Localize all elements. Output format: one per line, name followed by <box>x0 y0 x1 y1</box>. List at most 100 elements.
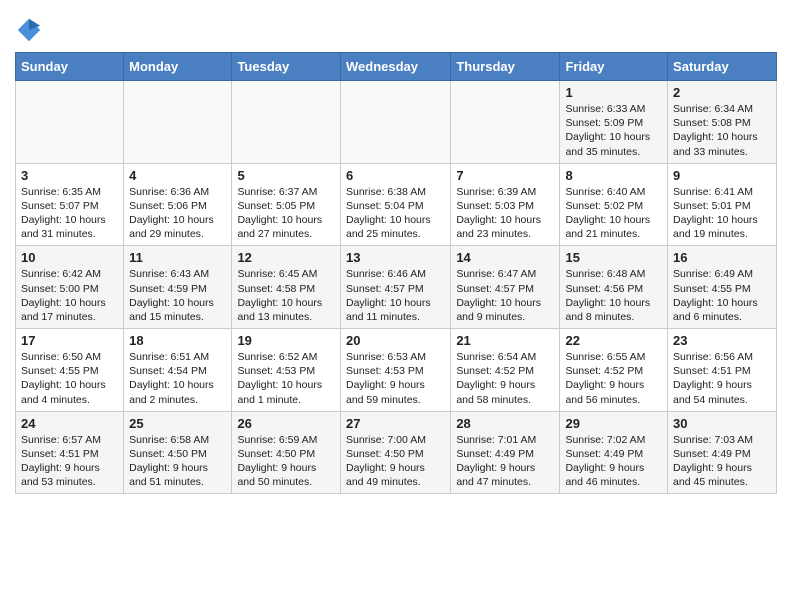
day-number: 1 <box>565 85 662 100</box>
day-info: Sunrise: 7:00 AM Sunset: 4:50 PM Dayligh… <box>346 433 445 490</box>
day-number: 14 <box>456 250 554 265</box>
calendar-cell: 26 Sunrise: 6:59 AM Sunset: 4:50 PM Dayli… <box>232 411 341 494</box>
calendar-week-3: 17 Sunrise: 6:50 AM Sunset: 4:55 PM Dayli… <box>16 329 777 412</box>
day-number: 2 <box>673 85 771 100</box>
calendar-week-2: 10Sunrise: 6:42 AM Sunset: 5:00 PM Dayli… <box>16 246 777 329</box>
calendar-cell: 9 Sunrise: 6:41 AM Sunset: 5:01 PM Daylig… <box>668 163 777 246</box>
page: SundayMondayTuesdayWednesdayThursdayFrid… <box>0 0 792 509</box>
calendar-cell <box>16 81 124 164</box>
calendar-cell: 25 Sunrise: 6:58 AM Sunset: 4:50 PM Dayli… <box>124 411 232 494</box>
day-number: 21 <box>456 333 554 348</box>
day-number: 5 <box>237 168 335 183</box>
weekday-header-tuesday: Tuesday <box>232 53 341 81</box>
day-number: 3 <box>21 168 118 183</box>
weekday-header-saturday: Saturday <box>668 53 777 81</box>
calendar-cell: 22 Sunrise: 6:55 AM Sunset: 4:52 PM Dayli… <box>560 329 668 412</box>
day-number: 22 <box>565 333 662 348</box>
calendar-cell: 3 Sunrise: 6:35 AM Sunset: 5:07 PM Daylig… <box>16 163 124 246</box>
day-number: 13 <box>346 250 445 265</box>
day-info: Sunrise: 6:43 AM Sunset: 4:59 PM Dayligh… <box>129 267 226 324</box>
logo-icon <box>15 16 43 44</box>
day-number: 6 <box>346 168 445 183</box>
day-number: 16 <box>673 250 771 265</box>
day-info: Sunrise: 6:47 AM Sunset: 4:57 PM Dayligh… <box>456 267 554 324</box>
day-number: 28 <box>456 416 554 431</box>
day-number: 18 <box>129 333 226 348</box>
calendar-cell <box>340 81 450 164</box>
day-info: Sunrise: 7:03 AM Sunset: 4:49 PM Dayligh… <box>673 433 771 490</box>
day-info: Sunrise: 6:37 AM Sunset: 5:05 PM Dayligh… <box>237 185 335 242</box>
day-info: Sunrise: 6:35 AM Sunset: 5:07 PM Dayligh… <box>21 185 118 242</box>
day-info: Sunrise: 6:51 AM Sunset: 4:54 PM Dayligh… <box>129 350 226 407</box>
calendar-cell: 2 Sunrise: 6:34 AM Sunset: 5:08 PM Daylig… <box>668 81 777 164</box>
calendar-cell: 7 Sunrise: 6:39 AM Sunset: 5:03 PM Daylig… <box>451 163 560 246</box>
calendar-cell: 21 Sunrise: 6:54 AM Sunset: 4:52 PM Dayli… <box>451 329 560 412</box>
day-info: Sunrise: 6:54 AM Sunset: 4:52 PM Dayligh… <box>456 350 554 407</box>
day-number: 20 <box>346 333 445 348</box>
calendar-cell: 28 Sunrise: 7:01 AM Sunset: 4:49 PM Dayli… <box>451 411 560 494</box>
day-number: 23 <box>673 333 771 348</box>
day-number: 17 <box>21 333 118 348</box>
day-info: Sunrise: 7:01 AM Sunset: 4:49 PM Dayligh… <box>456 433 554 490</box>
calendar-cell: 18 Sunrise: 6:51 AM Sunset: 4:54 PM Dayli… <box>124 329 232 412</box>
day-number: 4 <box>129 168 226 183</box>
day-number: 26 <box>237 416 335 431</box>
day-number: 7 <box>456 168 554 183</box>
calendar-cell: 5 Sunrise: 6:37 AM Sunset: 5:05 PM Daylig… <box>232 163 341 246</box>
day-number: 9 <box>673 168 771 183</box>
day-info: Sunrise: 6:34 AM Sunset: 5:08 PM Dayligh… <box>673 102 771 159</box>
day-info: Sunrise: 6:49 AM Sunset: 4:55 PM Dayligh… <box>673 267 771 324</box>
calendar-cell: 15Sunrise: 6:48 AM Sunset: 4:56 PM Dayli… <box>560 246 668 329</box>
weekday-header-wednesday: Wednesday <box>340 53 450 81</box>
calendar-cell: 13 Sunrise: 6:46 AM Sunset: 4:57 PM Dayli… <box>340 246 450 329</box>
calendar-cell: 10Sunrise: 6:42 AM Sunset: 5:00 PM Dayli… <box>16 246 124 329</box>
calendar-cell <box>451 81 560 164</box>
calendar-cell <box>232 81 341 164</box>
calendar-cell: 24 Sunrise: 6:57 AM Sunset: 4:51 PM Dayli… <box>16 411 124 494</box>
day-info: Sunrise: 6:48 AM Sunset: 4:56 PM Dayligh… <box>565 267 662 324</box>
day-info: Sunrise: 6:40 AM Sunset: 5:02 PM Dayligh… <box>565 185 662 242</box>
calendar-cell: 1 Sunrise: 6:33 AM Sunset: 5:09 PM Daylig… <box>560 81 668 164</box>
calendar-week-1: 3 Sunrise: 6:35 AM Sunset: 5:07 PM Daylig… <box>16 163 777 246</box>
day-number: 10 <box>21 250 118 265</box>
day-number: 12 <box>237 250 335 265</box>
day-info: Sunrise: 6:57 AM Sunset: 4:51 PM Dayligh… <box>21 433 118 490</box>
calendar-cell: 27 Sunrise: 7:00 AM Sunset: 4:50 PM Dayli… <box>340 411 450 494</box>
calendar-week-4: 24 Sunrise: 6:57 AM Sunset: 4:51 PM Dayli… <box>16 411 777 494</box>
calendar-cell: 17 Sunrise: 6:50 AM Sunset: 4:55 PM Dayli… <box>16 329 124 412</box>
day-info: Sunrise: 6:59 AM Sunset: 4:50 PM Dayligh… <box>237 433 335 490</box>
weekday-header-friday: Friday <box>560 53 668 81</box>
day-info: Sunrise: 6:53 AM Sunset: 4:53 PM Dayligh… <box>346 350 445 407</box>
day-number: 30 <box>673 416 771 431</box>
day-info: Sunrise: 6:36 AM Sunset: 5:06 PM Dayligh… <box>129 185 226 242</box>
calendar-cell <box>124 81 232 164</box>
header <box>15 10 777 44</box>
day-info: Sunrise: 6:39 AM Sunset: 5:03 PM Dayligh… <box>456 185 554 242</box>
day-number: 27 <box>346 416 445 431</box>
day-info: Sunrise: 6:58 AM Sunset: 4:50 PM Dayligh… <box>129 433 226 490</box>
day-number: 19 <box>237 333 335 348</box>
day-number: 24 <box>21 416 118 431</box>
day-info: Sunrise: 6:55 AM Sunset: 4:52 PM Dayligh… <box>565 350 662 407</box>
day-number: 8 <box>565 168 662 183</box>
weekday-header-monday: Monday <box>124 53 232 81</box>
weekday-header-sunday: Sunday <box>16 53 124 81</box>
weekday-header-thursday: Thursday <box>451 53 560 81</box>
logo <box>15 16 45 44</box>
day-number: 25 <box>129 416 226 431</box>
day-info: Sunrise: 6:45 AM Sunset: 4:58 PM Dayligh… <box>237 267 335 324</box>
day-info: Sunrise: 6:50 AM Sunset: 4:55 PM Dayligh… <box>21 350 118 407</box>
calendar: SundayMondayTuesdayWednesdayThursdayFrid… <box>15 52 777 494</box>
day-info: Sunrise: 6:56 AM Sunset: 4:51 PM Dayligh… <box>673 350 771 407</box>
calendar-cell: 11 Sunrise: 6:43 AM Sunset: 4:59 PM Dayli… <box>124 246 232 329</box>
calendar-header-row: SundayMondayTuesdayWednesdayThursdayFrid… <box>16 53 777 81</box>
day-info: Sunrise: 6:52 AM Sunset: 4:53 PM Dayligh… <box>237 350 335 407</box>
day-info: Sunrise: 6:33 AM Sunset: 5:09 PM Dayligh… <box>565 102 662 159</box>
day-number: 29 <box>565 416 662 431</box>
day-info: Sunrise: 6:46 AM Sunset: 4:57 PM Dayligh… <box>346 267 445 324</box>
calendar-cell: 14 Sunrise: 6:47 AM Sunset: 4:57 PM Dayli… <box>451 246 560 329</box>
calendar-cell: 30 Sunrise: 7:03 AM Sunset: 4:49 PM Dayli… <box>668 411 777 494</box>
day-number: 11 <box>129 250 226 265</box>
calendar-cell: 23 Sunrise: 6:56 AM Sunset: 4:51 PM Dayli… <box>668 329 777 412</box>
day-info: Sunrise: 6:41 AM Sunset: 5:01 PM Dayligh… <box>673 185 771 242</box>
